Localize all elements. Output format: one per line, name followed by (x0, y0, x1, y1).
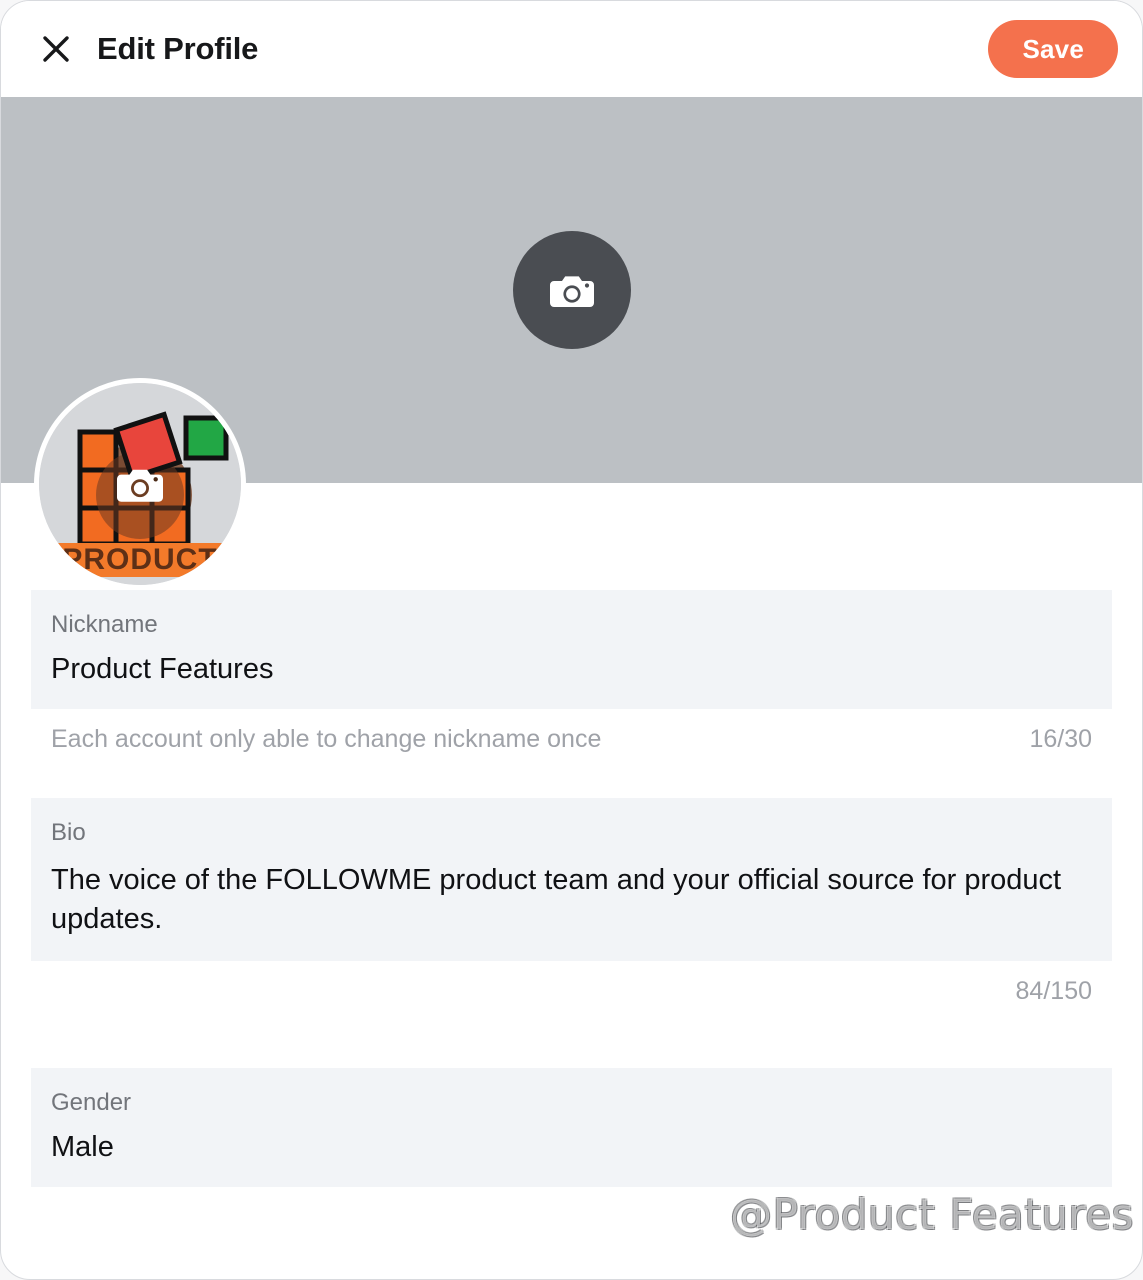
bio-field[interactable]: Bio The voice of the FOLLOWME product te… (31, 798, 1112, 961)
gender-label: Gender (51, 1088, 132, 1116)
close-icon[interactable] (33, 26, 79, 72)
nickname-input[interactable]: Product Features (51, 652, 1092, 687)
watermark-text: @Product Features (730, 1190, 1134, 1239)
followme-f-icon (686, 1196, 721, 1237)
cover-camera-button[interactable] (512, 231, 631, 349)
save-button[interactable]: Save (988, 20, 1118, 78)
avatar[interactable]: PRODUCT (34, 378, 246, 590)
profile-sheet: Edit Profile Save PRODUCT Nickname Produ… (0, 0, 1143, 1280)
svg-text:PRODUCT: PRODUCT (62, 543, 217, 576)
bio-input[interactable]: The voice of the FOLLOWME product team a… (51, 861, 1092, 939)
page-title: Edit Profile (97, 31, 259, 66)
nickname-hint: Each account only able to change nicknam… (51, 725, 602, 754)
camera-icon (549, 276, 594, 307)
watermark: @Product Features (682, 1190, 1134, 1239)
camera-icon (117, 469, 163, 502)
header-bar: Edit Profile Save (1, 1, 1142, 97)
bio-counter: 84/150 (1015, 976, 1092, 1005)
gender-field[interactable]: Gender Male (31, 1067, 1112, 1188)
profile-form: Nickname Product Features Each account o… (1, 590, 1142, 1188)
avatar-camera-button[interactable] (117, 464, 163, 504)
nickname-label: Nickname (51, 611, 158, 638)
bio-label: Bio (51, 819, 86, 847)
avatar-image: PRODUCT (39, 383, 241, 585)
nickname-counter: 16/30 (1029, 725, 1092, 754)
bio-meta-row: 84/150 (31, 961, 1112, 1006)
gender-value[interactable]: Male (51, 1130, 1092, 1165)
nickname-field[interactable]: Nickname Product Features (31, 590, 1112, 710)
nickname-meta-row: Each account only able to change nicknam… (31, 709, 1112, 754)
edit-profile-screen: Edit Profile Save PRODUCT Nickname Produ… (0, 0, 1143, 1280)
